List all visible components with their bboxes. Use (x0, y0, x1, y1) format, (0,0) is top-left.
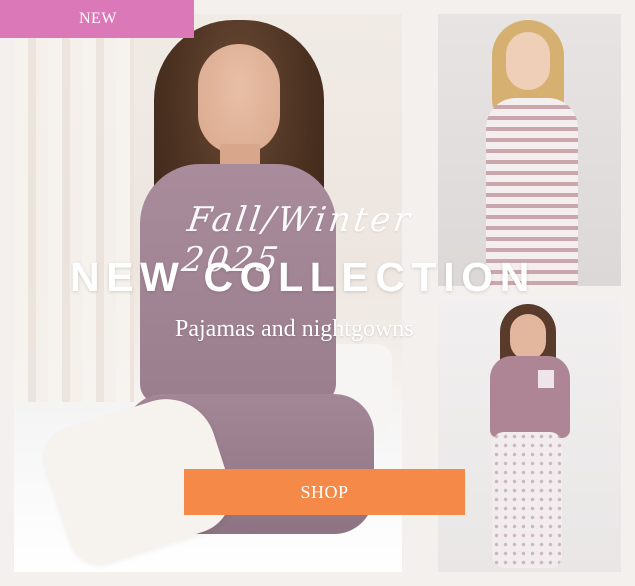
curtain-image (14, 14, 134, 404)
model-face (198, 44, 280, 154)
printed-pajama-pants (492, 432, 562, 568)
model-face (510, 314, 546, 360)
collection-headline: NEW COLLECTION (70, 254, 536, 300)
new-badge: NEW (0, 0, 194, 38)
collection-subtitle: Pajamas and nightgowns (175, 316, 414, 342)
model-face (506, 32, 550, 90)
pajama-top (490, 356, 570, 438)
promo-banner[interactable]: NEW Fall/Winter 2025 NEW COLLECTION Paja… (0, 0, 635, 586)
shop-button[interactable]: SHOP (184, 469, 465, 515)
pajama-pocket (538, 370, 554, 388)
